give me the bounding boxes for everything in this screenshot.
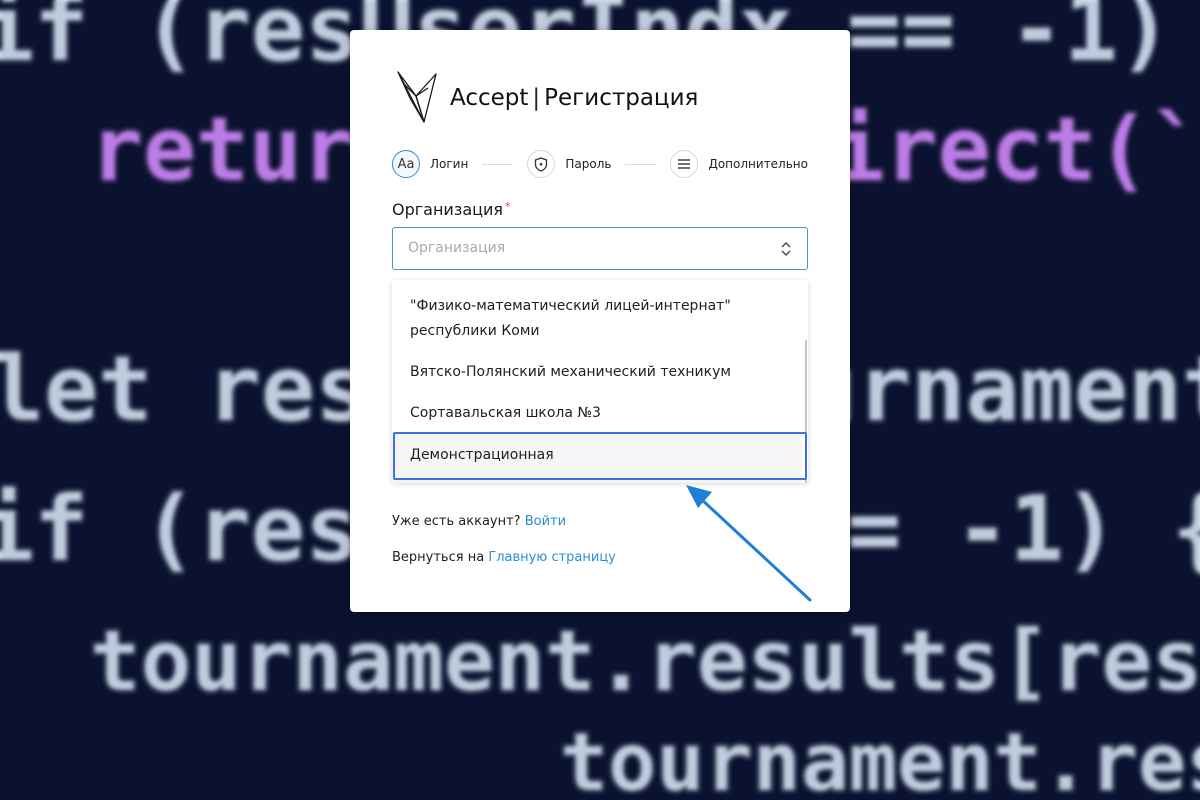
page-title: Accept | Регистрация — [450, 85, 698, 111]
origami-bird-icon — [397, 71, 437, 123]
page-title-text: Регистрация — [544, 85, 699, 111]
option-text: Вятско-Полянский механический техникум — [410, 364, 731, 380]
have-account-row: Уже есть аккаунт? Войти — [392, 514, 566, 529]
brand-name: Accept — [450, 85, 529, 111]
option-text: Сортавальская школа №3 — [410, 405, 601, 421]
chevron-up-down-icon — [781, 242, 791, 256]
step-divider — [625, 163, 657, 165]
dropdown-option[interactable]: "Физико-математический лицей-интернат" р… — [392, 294, 802, 344]
brand-separator: | — [532, 85, 541, 111]
organization-label-text: Организация — [392, 200, 504, 219]
step-login[interactable]: Aa Логин — [392, 150, 468, 178]
organization-select-placeholder: Организация — [408, 240, 506, 256]
dropdown-option[interactable]: Сортавальская школа №3 — [392, 401, 802, 426]
font-aa-icon: Aa — [392, 150, 420, 178]
home-page-link[interactable]: Главную страницу — [488, 550, 616, 565]
brand-header: Accept | Регистрация — [394, 68, 698, 124]
step-divider — [482, 163, 514, 165]
step-additional[interactable]: Дополнительно — [670, 150, 808, 178]
step-login-label: Логин — [430, 157, 469, 171]
shield-icon — [527, 150, 556, 178]
menu-lines-icon — [670, 150, 699, 178]
step-password[interactable]: Пароль — [527, 150, 611, 178]
step-additional-label: Дополнительно — [708, 157, 808, 171]
dropdown-option[interactable]: Вятско-Полянский механический техникум — [392, 360, 802, 385]
registration-steps: Aa Логин Пароль Дополнительно — [392, 150, 808, 178]
organization-label: Организация * — [392, 200, 511, 219]
have-account-text: Уже есть аккаунт? — [392, 514, 521, 529]
required-mark: * — [505, 200, 511, 213]
registration-card: Accept | Регистрация Aa Логин Пароль Доп… — [350, 30, 850, 612]
highlight-box — [393, 432, 807, 480]
option-text: республики Коми — [410, 323, 540, 339]
option-text: "Физико-математический лицей-интернат" — [410, 298, 731, 314]
step-password-label: Пароль — [565, 157, 612, 171]
return-home-row: Вернуться на Главную страницу — [392, 550, 616, 565]
organization-select[interactable]: Организация — [392, 227, 808, 270]
login-link[interactable]: Войти — [525, 514, 566, 529]
return-text: Вернуться на — [392, 550, 485, 565]
